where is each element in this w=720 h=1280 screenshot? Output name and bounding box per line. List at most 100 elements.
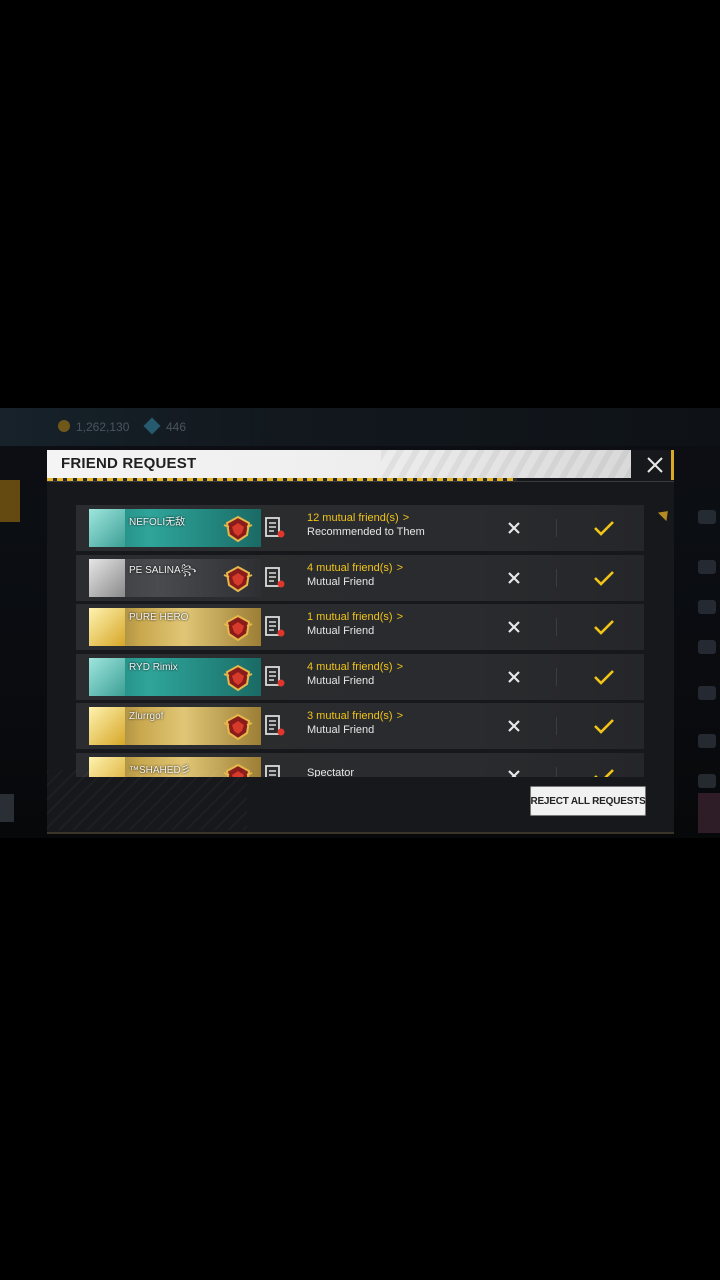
reject-button[interactable] bbox=[496, 515, 532, 541]
profile-note-icon[interactable] bbox=[265, 715, 285, 737]
accept-button[interactable] bbox=[586, 565, 622, 591]
chevron-right-icon: > bbox=[396, 561, 404, 574]
action-divider bbox=[556, 618, 557, 636]
accept-button[interactable] bbox=[586, 763, 622, 777]
chevron-right-icon: > bbox=[402, 512, 410, 524]
side-tab bbox=[0, 480, 20, 522]
player-name: PE SALINA꧂ bbox=[129, 564, 197, 576]
avatar bbox=[89, 657, 125, 696]
chevron-right-icon: > bbox=[396, 611, 404, 623]
request-row: PE SALINA꧂ 4 mutual friend(s) > Mutual Fr… bbox=[76, 554, 644, 601]
chat-icon bbox=[698, 600, 716, 614]
action-divider bbox=[556, 766, 557, 777]
profile-note-icon[interactable] bbox=[265, 566, 285, 589]
reject-x-icon bbox=[508, 571, 520, 584]
coin-count: 1,262,130 bbox=[76, 420, 130, 434]
header-divider bbox=[47, 481, 674, 482]
accept-check-icon bbox=[594, 521, 614, 536]
action-divider bbox=[556, 717, 557, 735]
accept-button[interactable] bbox=[586, 614, 622, 640]
gold-accent bbox=[671, 450, 674, 480]
dialog-title: FRIEND REQUEST bbox=[61, 455, 197, 472]
accept-button[interactable] bbox=[586, 664, 622, 690]
accept-button[interactable] bbox=[586, 713, 622, 739]
mutual-friends-text: 3 mutual friend(s) bbox=[307, 710, 393, 722]
hud-top-bar: 1,262,130 446 bbox=[0, 408, 720, 446]
avatar bbox=[89, 509, 125, 547]
player-name: Zlurrgof bbox=[129, 711, 164, 722]
request-source: Mutual Friend bbox=[307, 674, 375, 687]
profile-note-icon[interactable] bbox=[265, 665, 285, 688]
mutual-friends-text: 4 mutual friend(s) bbox=[307, 561, 393, 574]
request-source: Mutual Friend bbox=[307, 724, 375, 736]
reject-all-button[interactable]: REJECT ALL REQUESTS bbox=[530, 786, 646, 816]
reject-button[interactable] bbox=[496, 565, 532, 591]
request-source: Recommended to Them bbox=[307, 526, 425, 538]
avatar bbox=[89, 608, 125, 646]
player-name: PURE HERO bbox=[129, 612, 189, 623]
rank-badge-icon bbox=[223, 565, 253, 592]
coin-icon bbox=[58, 420, 70, 432]
request-row: RYD Rimix 4 mutual friend(s) > Mutual Fri… bbox=[76, 653, 644, 700]
request-list[interactable]: NEFOLI无敌 12 mutual friend(s) > Recommende… bbox=[76, 505, 644, 777]
chat-icon bbox=[698, 510, 716, 524]
scroll-indicator-icon bbox=[657, 506, 673, 522]
reject-button[interactable] bbox=[496, 614, 532, 640]
accept-check-icon bbox=[594, 719, 614, 734]
dialog-header: FRIEND REQUEST bbox=[47, 450, 631, 478]
side-tab-lower bbox=[0, 794, 14, 822]
reject-x-icon bbox=[508, 769, 520, 777]
mutual-friends-link[interactable]: 3 mutual friend(s) > bbox=[307, 710, 403, 722]
mutual-friends-text: 1 mutual friend(s) bbox=[307, 611, 393, 623]
player-banner[interactable]: RYD Rimix bbox=[89, 657, 261, 696]
reject-x-icon bbox=[508, 720, 520, 732]
rank-badge-icon bbox=[223, 713, 253, 741]
reject-button[interactable] bbox=[496, 664, 532, 690]
player-banner[interactable]: PE SALINA꧂ bbox=[89, 558, 261, 597]
accept-button[interactable] bbox=[586, 515, 622, 541]
chevron-right-icon: > bbox=[396, 710, 404, 722]
scene-glow bbox=[698, 793, 720, 833]
chat-icon bbox=[698, 560, 716, 574]
request-source: Mutual Friend bbox=[307, 625, 375, 637]
request-row: NEFOLI无敌 12 mutual friend(s) > Recommende… bbox=[76, 505, 644, 551]
close-icon bbox=[646, 457, 663, 473]
player-banner[interactable]: PURE HERO bbox=[89, 608, 261, 646]
profile-note-icon[interactable] bbox=[265, 616, 285, 638]
chat-icon bbox=[698, 734, 716, 748]
rank-badge-icon bbox=[223, 664, 253, 691]
rank-badge-icon bbox=[223, 614, 253, 642]
chat-icon bbox=[698, 640, 716, 654]
accept-check-icon bbox=[594, 620, 614, 635]
chevron-right-icon: > bbox=[396, 660, 404, 673]
diamond-icon bbox=[143, 417, 161, 435]
accept-check-icon bbox=[594, 768, 614, 777]
action-divider bbox=[556, 568, 557, 587]
close-button[interactable] bbox=[635, 450, 674, 480]
action-divider bbox=[556, 519, 557, 537]
accept-check-icon bbox=[594, 669, 614, 685]
mutual-friends-link[interactable]: 12 mutual friend(s) > bbox=[307, 512, 409, 524]
player-banner[interactable]: Zlurrgof bbox=[89, 707, 261, 745]
mutual-friends-text: 4 mutual friend(s) bbox=[307, 660, 393, 673]
mutual-friends-text: 12 mutual friend(s) bbox=[307, 512, 399, 524]
profile-note-icon[interactable] bbox=[265, 517, 285, 539]
profile-note-icon[interactable] bbox=[265, 764, 285, 778]
accept-check-icon bbox=[594, 570, 614, 586]
request-row: PURE HERO 1 mutual friend(s) > Mutual Fri… bbox=[76, 604, 644, 650]
decorative-hatch bbox=[47, 770, 247, 830]
mutual-friends-link[interactable]: 4 mutual friend(s) > bbox=[307, 562, 403, 574]
request-source: Mutual Friend bbox=[307, 575, 375, 588]
player-banner[interactable]: NEFOLI无敌 bbox=[89, 509, 261, 547]
mutual-friends-link[interactable]: 4 mutual friend(s) > bbox=[307, 661, 403, 673]
chat-icon bbox=[698, 774, 716, 788]
chat-icon bbox=[698, 686, 716, 700]
friend-request-dialog: FRIEND REQUEST NEFOLI无敌 12 mutual friend… bbox=[47, 450, 674, 834]
avatar bbox=[89, 707, 125, 745]
mutual-friends-link[interactable]: 1 mutual friend(s) > bbox=[307, 611, 403, 623]
action-divider bbox=[556, 667, 557, 686]
reject-button[interactable] bbox=[496, 713, 532, 739]
reject-button[interactable] bbox=[496, 763, 532, 777]
reject-x-icon bbox=[508, 670, 520, 683]
avatar bbox=[89, 558, 125, 597]
